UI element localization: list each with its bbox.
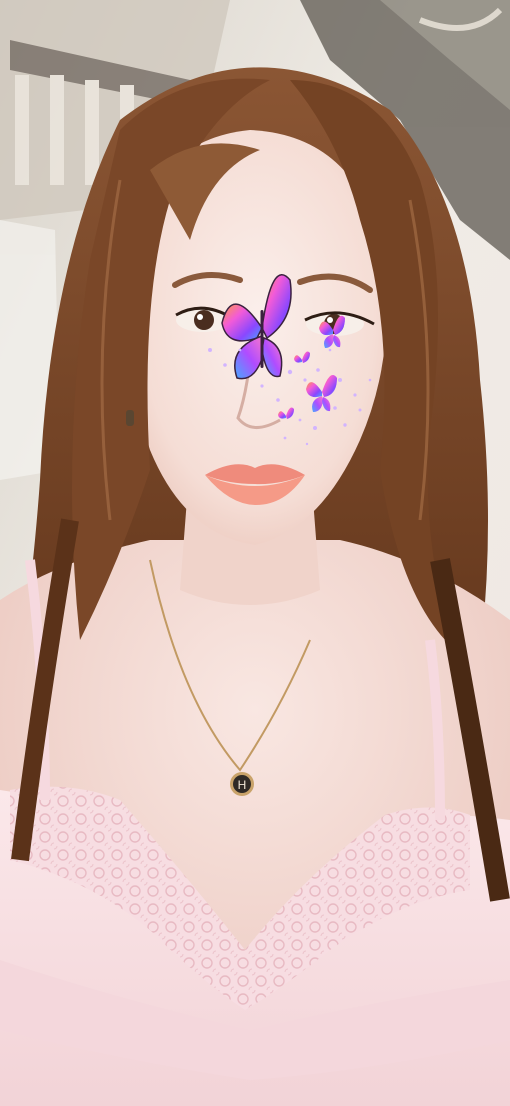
selfie-photo: H <box>0 0 510 1106</box>
svg-text:H: H <box>238 778 247 792</box>
selfie-scene: H <box>0 0 510 1106</box>
necklace-pendant: H <box>230 772 254 796</box>
earring <box>126 410 134 426</box>
